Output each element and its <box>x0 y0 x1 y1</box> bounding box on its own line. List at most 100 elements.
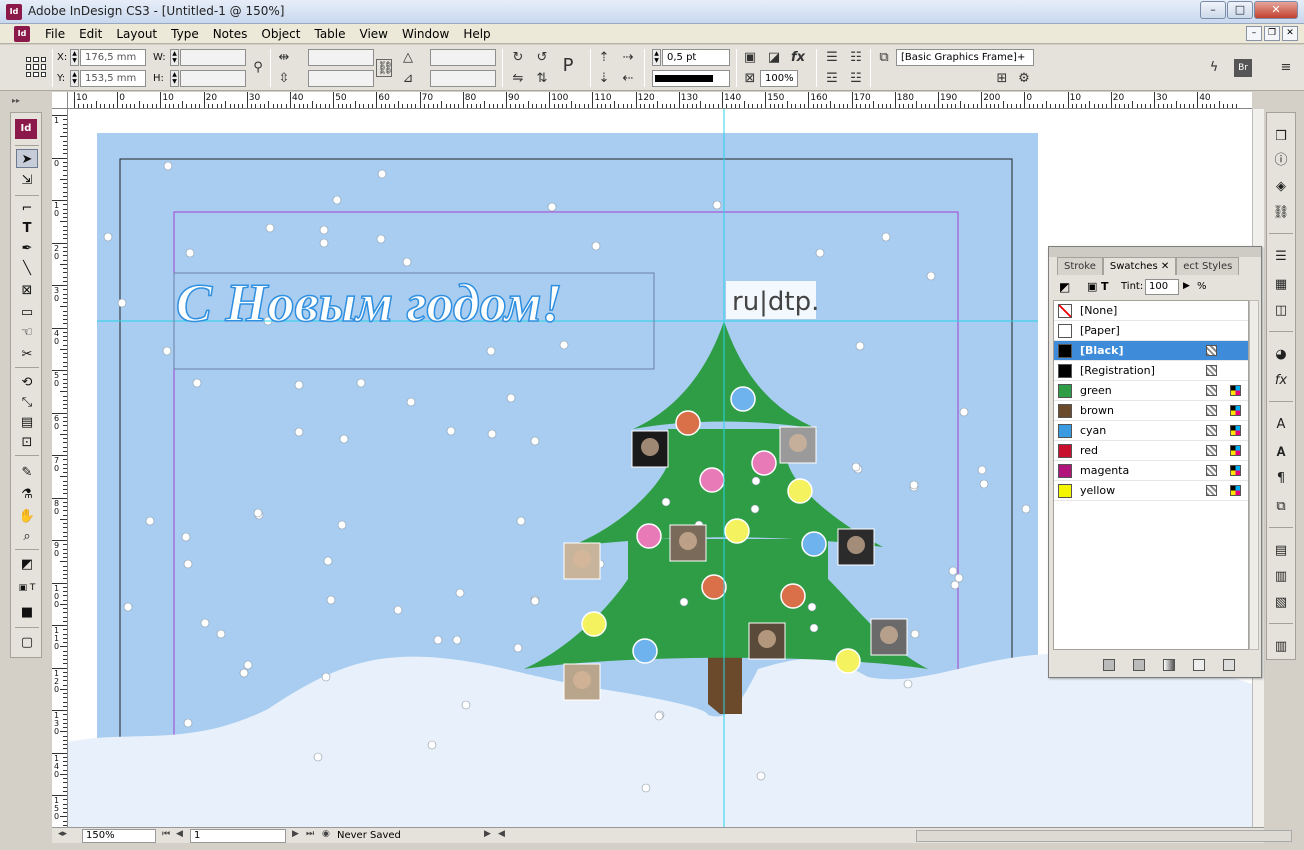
hand-tool-icon[interactable]: ✋ <box>16 507 38 526</box>
menu-layout[interactable]: Layout <box>109 26 164 42</box>
x-stepper[interactable]: ▲ ▼ <box>70 49 79 66</box>
eyedropper-tool-icon[interactable]: ⚗ <box>16 485 38 504</box>
doc-close-button[interactable]: ✕ <box>1282 26 1298 41</box>
drop-shadow-icon[interactable]: ▣ <box>740 49 760 67</box>
rotate-ccw-icon[interactable]: ↺ <box>532 49 552 67</box>
doc-restore-button[interactable]: ❐ <box>1264 26 1280 41</box>
library-icon[interactable]: ▥ <box>1270 637 1292 657</box>
menu-view[interactable]: View <box>353 26 395 42</box>
position-tool-icon[interactable]: ⌐ <box>16 199 38 218</box>
stroke-icon[interactable]: ☰ <box>1270 247 1292 267</box>
fill-stroke-swatch-icon[interactable]: ◩ <box>16 555 38 574</box>
pages-icon[interactable]: ❒ <box>1270 127 1292 147</box>
layers-icon[interactable]: ◈ <box>1270 177 1292 197</box>
menu-notes[interactable]: Notes <box>206 26 255 42</box>
tab-swatches[interactable]: Swatches ✕ <box>1102 257 1177 275</box>
note-tool-icon[interactable]: ✎ <box>16 463 38 482</box>
select-container-icon[interactable]: ⇡ <box>594 49 614 67</box>
swatch-row[interactable]: [None] <box>1054 301 1248 321</box>
menu-window[interactable]: Window <box>395 26 456 42</box>
last-page-icon[interactable]: ⏭ <box>306 829 314 839</box>
swatch-row[interactable]: yellow <box>1054 481 1248 501</box>
effects-icon[interactable]: fx <box>788 49 808 67</box>
type-tool-icon[interactable]: T <box>16 219 38 238</box>
color-icon[interactable]: ◕ <box>1270 345 1292 365</box>
rotate-cw-icon[interactable]: ↻ <box>508 49 528 67</box>
scissors-tool-icon[interactable]: ✂ <box>16 345 38 364</box>
minimize-button[interactable]: – <box>1200 1 1226 19</box>
text-wrap-none-icon[interactable]: ☰ <box>822 49 842 67</box>
open-document-icon[interactable]: ◉ <box>322 829 330 839</box>
table-icon[interactable]: ▤ <box>1270 541 1292 561</box>
text-wrap-jump-icon[interactable]: ☳ <box>846 70 866 88</box>
direct-selection-tool-icon[interactable]: ⇲ <box>16 171 38 190</box>
previous-page-icon[interactable]: ◀ <box>176 829 183 839</box>
panel-menu-icon[interactable]: ≡ <box>1276 59 1296 77</box>
opacity-field[interactable]: 100% <box>760 70 798 87</box>
reference-point-icon[interactable] <box>26 57 46 77</box>
clear-overrides-icon[interactable]: ⊞ <box>992 70 1012 88</box>
bridge-icon[interactable]: Br <box>1234 59 1252 77</box>
spread-toggle-icon[interactable]: ◂▸ <box>58 829 67 839</box>
menu-object[interactable]: Object <box>254 26 307 42</box>
w-stepper[interactable]: ▲ ▼ <box>170 49 179 66</box>
text-direction-icon[interactable]: P <box>558 57 578 75</box>
tab-stroke[interactable]: Stroke <box>1057 257 1103 275</box>
headline-text[interactable]: С Новым годом! <box>175 272 563 334</box>
next-page-icon[interactable]: ▶ <box>292 829 299 839</box>
stroke-weight-stepper[interactable]: ▲ ▼ <box>652 49 661 66</box>
ruler-origin[interactable] <box>52 92 68 109</box>
menu-help[interactable]: Help <box>456 26 497 42</box>
formatting-affects-icon[interactable]: ▣ T <box>16 579 38 598</box>
formatting-text-icon[interactable]: T <box>1101 280 1115 296</box>
stroke-type-dropdown[interactable] <box>652 70 730 87</box>
rotate-tool-icon[interactable]: ⟲ <box>16 373 38 392</box>
table-styles-icon[interactable]: ▥ <box>1270 567 1292 587</box>
flip-horizontal-icon[interactable]: ⇋ <box>508 70 528 88</box>
swatch-row[interactable]: [Paper] <box>1054 321 1248 341</box>
swatch-row[interactable]: [Registration] <box>1054 361 1248 381</box>
menu-edit[interactable]: Edit <box>72 26 109 42</box>
x-field[interactable]: 176,5 mm <box>80 49 146 66</box>
tint-dropdown-icon[interactable]: ▶ <box>1183 281 1190 291</box>
link-icon[interactable]: ⛓ <box>376 59 394 77</box>
select-content-icon[interactable]: ⇣ <box>594 70 614 88</box>
stroke-weight-field[interactable]: 0,5 pt <box>662 49 730 66</box>
character-styles-icon[interactable]: 𝐀 <box>1270 443 1292 463</box>
links-icon[interactable]: ⛓ <box>1270 203 1292 223</box>
swatch-list-scrollbar[interactable] <box>1249 300 1259 650</box>
fill-stroke-icon[interactable]: ◩ <box>1059 280 1077 296</box>
maximize-button[interactable]: □ <box>1227 1 1253 19</box>
effects-icon[interactable]: fx <box>1270 371 1292 391</box>
scale-x-field[interactable] <box>308 49 374 66</box>
show-all-swatches-icon[interactable] <box>1103 659 1115 671</box>
document-icon[interactable]: Id <box>14 26 30 42</box>
selection-tool-icon[interactable]: ➤ <box>16 149 38 168</box>
delete-swatch-icon[interactable] <box>1223 659 1235 671</box>
tint-field[interactable]: 100 <box>1145 279 1179 295</box>
menu-file[interactable]: File <box>38 26 72 42</box>
scale-tool-icon[interactable]: ⤡ <box>16 393 38 412</box>
show-gradient-swatches-icon[interactable] <box>1163 659 1175 671</box>
rotation-field[interactable] <box>430 49 496 66</box>
y-field[interactable]: 153,5 mm <box>80 70 146 87</box>
gradient-icon[interactable]: ◫ <box>1270 301 1292 321</box>
ruler-expander[interactable]: ▸▸ <box>0 92 52 109</box>
status-menu-icon[interactable]: ▶ <box>484 829 491 839</box>
pen-tool-icon[interactable]: ✒ <box>16 239 38 258</box>
rectangle-frame-tool-icon[interactable]: ⊠ <box>16 281 38 300</box>
opacity-icon[interactable]: ◪ <box>764 49 784 67</box>
zoom-field[interactable]: 150% <box>82 829 156 843</box>
text-wrap-bbox-icon[interactable]: ☷ <box>846 49 866 67</box>
scale-y-field[interactable] <box>308 70 374 87</box>
gradient-tool-icon[interactable]: ▤ <box>16 413 38 432</box>
style-options-icon[interactable]: ⚙ <box>1014 70 1034 88</box>
zoom-tool-icon[interactable]: ⌕ <box>16 527 38 546</box>
h-stepper[interactable]: ▲ ▼ <box>170 70 179 87</box>
flip-vertical-icon[interactable]: ⇅ <box>532 70 552 88</box>
line-tool-icon[interactable]: ╲ <box>16 259 38 278</box>
close-button[interactable]: ✕ <box>1254 1 1298 19</box>
select-next-icon[interactable]: ⇠ <box>618 70 638 88</box>
apply-color-icon[interactable]: ■ <box>16 603 38 622</box>
w-field[interactable] <box>180 49 246 66</box>
